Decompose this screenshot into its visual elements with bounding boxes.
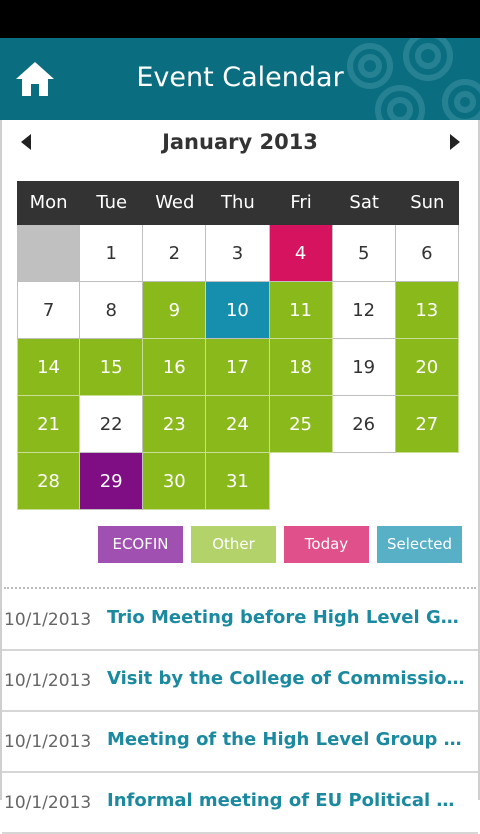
event-date: 10/1/2013 (4, 732, 92, 752)
month-title: January 2013 (162, 130, 318, 154)
app-header: Event Calendar (0, 38, 480, 120)
calendar-day[interactable]: 27 (395, 396, 459, 453)
calendar-day[interactable]: 26 (332, 396, 396, 453)
calendar-day[interactable]: 15 (80, 339, 144, 396)
weekday-tue: Tue (96, 192, 128, 213)
calendar-day[interactable]: 17 (206, 339, 270, 396)
event-list: 10/1/2013 Trio Meeting before High Level… (0, 590, 480, 834)
calendar-day[interactable]: 24 (206, 396, 270, 453)
calendar-day[interactable]: 3 (206, 225, 270, 282)
legend-selected: Selected (377, 526, 462, 563)
calendar-day[interactable]: 8 (80, 282, 144, 339)
weekday-header: Mon Tue Wed Thu Fri Sat Sun (17, 181, 459, 225)
event-title-link[interactable]: Informal meeting of EU Political Dir... (107, 790, 467, 811)
calendar-day[interactable]: 4 (269, 225, 333, 282)
calendar-day[interactable]: 22 (80, 396, 144, 453)
app-title: Event Calendar (136, 62, 344, 93)
calendar-day[interactable]: 10 (206, 282, 270, 339)
event-row[interactable]: 10/1/2013 Informal meeting of EU Politic… (2, 773, 478, 834)
calendar-day[interactable]: 21 (17, 396, 81, 453)
calendar-day[interactable]: 1 (80, 225, 144, 282)
next-month-arrow-icon[interactable] (450, 134, 460, 150)
event-date: 10/1/2013 (4, 793, 92, 813)
calendar-days: 1 2 3 4 5 6 7 8 9 10 11 12 13 14 15 16 17 18 19 20 21 22 23 24 2… (17, 225, 459, 510)
legend-today: Today (284, 526, 369, 563)
calendar-day[interactable]: 31 (206, 453, 270, 510)
legend-other: Other (191, 526, 276, 563)
calendar-day[interactable]: 19 (332, 339, 396, 396)
calendar-day[interactable]: 5 (332, 225, 396, 282)
event-date: 10/1/2013 (4, 610, 92, 630)
weekday-fri: Fri (290, 192, 312, 213)
legend-ecofin: ECOFIN (98, 526, 183, 563)
event-date: 10/1/2013 (4, 671, 92, 691)
dotted-divider (4, 587, 476, 589)
calendar-day[interactable]: 29 (80, 453, 144, 510)
calendar-day[interactable]: 13 (395, 282, 459, 339)
calendar-day[interactable]: 23 (143, 396, 207, 453)
weekday-sat: Sat (349, 192, 379, 213)
event-title-link[interactable]: Trio Meeting before High Level Gro... (107, 607, 467, 628)
calendar-day[interactable]: 30 (143, 453, 207, 510)
calendar-day[interactable]: 2 (143, 225, 207, 282)
weekday-wed: Wed (155, 192, 195, 213)
event-title-link[interactable]: Visit by the College of Commissioners (107, 668, 467, 689)
event-title-link[interactable]: Meeting of the High Level Group on... (107, 729, 467, 750)
event-row[interactable]: 10/1/2013 Trio Meeting before High Level… (2, 590, 478, 651)
calendar-day[interactable]: 28 (17, 453, 81, 510)
weekday-thu: Thu (221, 192, 255, 213)
calendar-day[interactable]: 25 (269, 396, 333, 453)
calendar-day[interactable]: 20 (395, 339, 459, 396)
event-row[interactable]: 10/1/2013 Visit by the College of Commis… (2, 651, 478, 712)
event-row[interactable]: 10/1/2013 Meeting of the High Level Grou… (2, 712, 478, 773)
month-navigation: January 2013 (0, 120, 480, 166)
calendar-grid: Mon Tue Wed Thu Fri Sat Sun 1 2 3 4 5 6 7 8 9 10 1… (17, 181, 459, 510)
calendar-day[interactable]: 18 (269, 339, 333, 396)
calendar-day-blank (17, 225, 81, 282)
status-bar (0, 0, 480, 38)
calendar-day[interactable]: 11 (269, 282, 333, 339)
calendar-day[interactable]: 6 (395, 225, 459, 282)
weekday-mon: Mon (29, 192, 68, 213)
calendar-day[interactable]: 14 (17, 339, 81, 396)
calendar-day[interactable]: 16 (143, 339, 207, 396)
calendar-day[interactable]: 9 (143, 282, 207, 339)
calendar-day[interactable]: 7 (17, 282, 81, 339)
weekday-sun: Sun (410, 192, 445, 213)
calendar-day[interactable]: 12 (332, 282, 396, 339)
